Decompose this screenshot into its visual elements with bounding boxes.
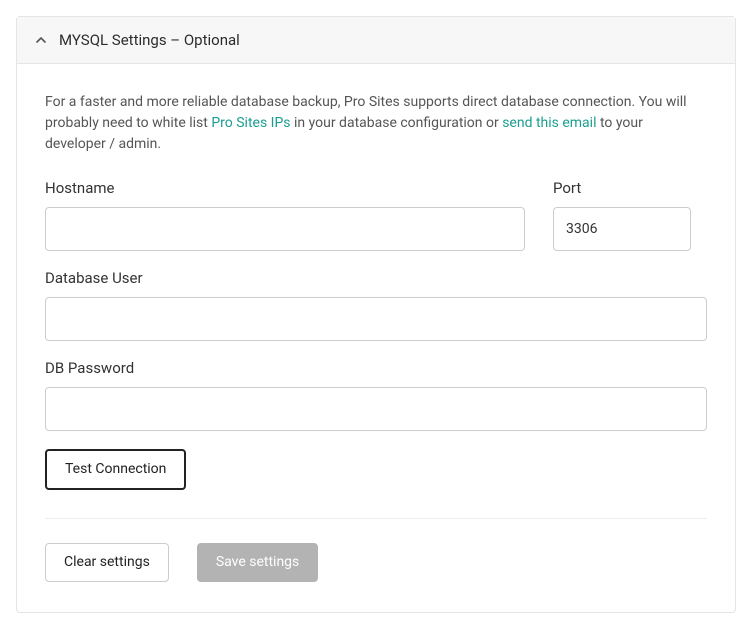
description-part2: in your database configuration or: [291, 115, 503, 131]
save-settings-button[interactable]: Save settings: [197, 543, 318, 582]
port-input[interactable]: [553, 207, 691, 251]
dbpassword-input[interactable]: [45, 387, 707, 431]
description-text: For a faster and more reliable database …: [45, 92, 707, 155]
dbuser-field: Database User: [45, 269, 707, 341]
dbuser-input[interactable]: [45, 297, 707, 341]
pro-sites-ips-link[interactable]: Pro Sites IPs: [211, 115, 290, 131]
hostname-label: Hostname: [45, 179, 525, 197]
send-email-link[interactable]: send this email: [502, 115, 596, 131]
test-connection-row: Test Connection: [45, 449, 707, 490]
panel-body: For a faster and more reliable database …: [17, 64, 735, 612]
panel-header[interactable]: MYSQL Settings – Optional: [17, 17, 735, 64]
port-field: Port: [553, 179, 691, 251]
dbuser-label: Database User: [45, 269, 707, 287]
actions-row: Clear settings Save settings: [45, 543, 707, 582]
clear-settings-button[interactable]: Clear settings: [45, 543, 169, 582]
dbpassword-field: DB Password: [45, 359, 707, 431]
panel-title: MYSQL Settings – Optional: [59, 31, 240, 49]
test-connection-button[interactable]: Test Connection: [45, 449, 186, 490]
chevron-up-icon: [35, 34, 47, 46]
divider: [45, 518, 707, 519]
hostname-port-row: Hostname Port: [45, 179, 707, 251]
port-label: Port: [553, 179, 691, 197]
mysql-settings-panel: MYSQL Settings – Optional For a faster a…: [16, 16, 736, 613]
hostname-input[interactable]: [45, 207, 525, 251]
hostname-field: Hostname: [45, 179, 525, 251]
dbpassword-label: DB Password: [45, 359, 707, 377]
